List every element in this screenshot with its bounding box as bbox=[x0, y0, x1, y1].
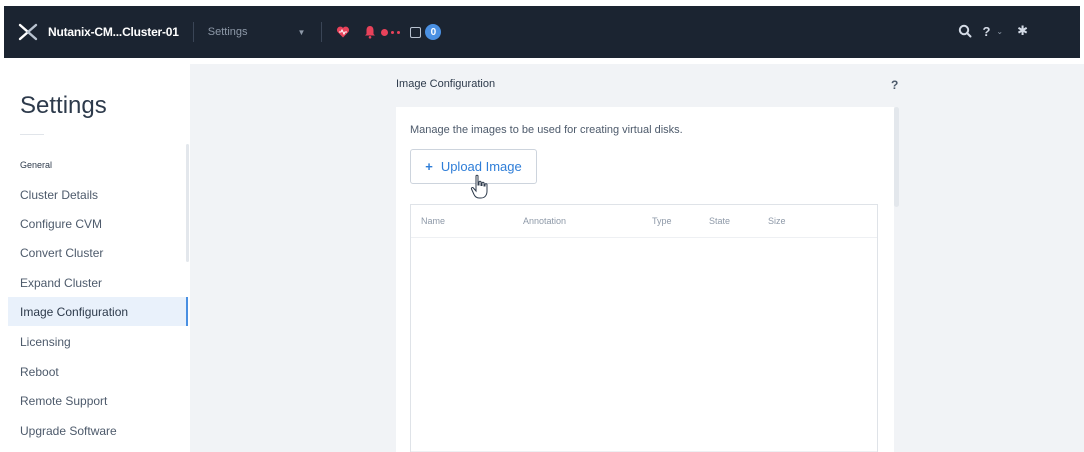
divider bbox=[20, 134, 44, 135]
active-indicator bbox=[186, 297, 188, 326]
column-header-size[interactable]: Size bbox=[768, 216, 786, 226]
section-label-general: General bbox=[20, 160, 53, 170]
alert-dot-icon bbox=[391, 30, 395, 34]
page-title: Settings bbox=[20, 92, 107, 119]
column-header-state[interactable]: State bbox=[709, 216, 730, 226]
top-nav: Nutanix-CM...Cluster-01 Settings ▼ 0 ? ⌄… bbox=[4, 6, 1080, 58]
divider bbox=[192, 22, 194, 42]
nutanix-logo-icon[interactable] bbox=[18, 22, 38, 42]
sidebar-item-label: Image Configuration bbox=[20, 304, 129, 319]
alert-bell-icon[interactable] bbox=[364, 25, 376, 39]
sidebar-scrollbar[interactable] bbox=[186, 144, 189, 262]
column-header-name[interactable]: Name bbox=[421, 216, 445, 226]
sidebar-item-expand-cluster[interactable]: Expand Cluster bbox=[8, 268, 186, 297]
sidebar-item-configure-cvm[interactable]: Configure CVM bbox=[8, 209, 186, 238]
cluster-name[interactable]: Nutanix-CM...Cluster-01 bbox=[48, 25, 179, 39]
alert-dot-icon bbox=[381, 28, 389, 36]
upload-image-label: Upload Image bbox=[440, 159, 522, 174]
sidebar-item-cluster-details[interactable]: Cluster Details bbox=[8, 180, 186, 209]
sidebar-item-reboot[interactable]: Reboot bbox=[8, 357, 186, 386]
help-icon[interactable]: ? bbox=[982, 24, 990, 39]
help-icon[interactable]: ? bbox=[891, 78, 898, 92]
section-header: Image Configuration bbox=[396, 78, 496, 90]
image-configuration-panel: Manage the images to be used for creatin… bbox=[396, 107, 894, 452]
column-header-annotation[interactable]: Annotation bbox=[523, 216, 566, 226]
sidebar-item-upgrade-software[interactable]: Upgrade Software bbox=[8, 416, 186, 445]
hand-cursor-icon bbox=[470, 174, 488, 199]
divider bbox=[321, 22, 323, 42]
tasks-icon[interactable] bbox=[410, 26, 422, 38]
main-menu-dropdown[interactable]: Settings bbox=[208, 26, 248, 38]
health-heart-icon[interactable] bbox=[336, 25, 350, 39]
panel-description: Manage the images to be used for creatin… bbox=[410, 124, 683, 136]
task-count-badge[interactable]: 0 bbox=[425, 24, 442, 40]
gear-icon[interactable]: ✱ bbox=[1017, 23, 1028, 39]
panel-scrollbar[interactable] bbox=[894, 107, 899, 207]
sidebar-item-licensing[interactable]: Licensing bbox=[8, 327, 186, 356]
search-icon[interactable] bbox=[958, 24, 972, 38]
images-table: Name Annotation Type State Size bbox=[410, 204, 878, 452]
settings-sidebar: Settings General Cluster Details Configu… bbox=[0, 64, 190, 452]
table-header: Name Annotation Type State Size bbox=[411, 205, 877, 238]
chevron-down-icon[interactable]: ▼ bbox=[298, 28, 306, 37]
plus-icon: + bbox=[425, 159, 433, 174]
chevron-down-icon[interactable]: ⌄ bbox=[996, 27, 1003, 36]
sidebar-item-convert-cluster[interactable]: Convert Cluster bbox=[8, 238, 186, 267]
top-right-tools: ? ⌄ ✱ bbox=[958, 23, 1028, 39]
sidebar-item-remote-support[interactable]: Remote Support bbox=[8, 386, 186, 415]
sidebar-item-image-configuration[interactable]: Image Configuration bbox=[8, 297, 188, 326]
top-bar: Nutanix-CM...Cluster-01 Settings ▼ 0 ? ⌄… bbox=[0, 0, 1084, 64]
alert-dot-icon bbox=[397, 30, 401, 34]
column-header-type[interactable]: Type bbox=[652, 216, 672, 226]
